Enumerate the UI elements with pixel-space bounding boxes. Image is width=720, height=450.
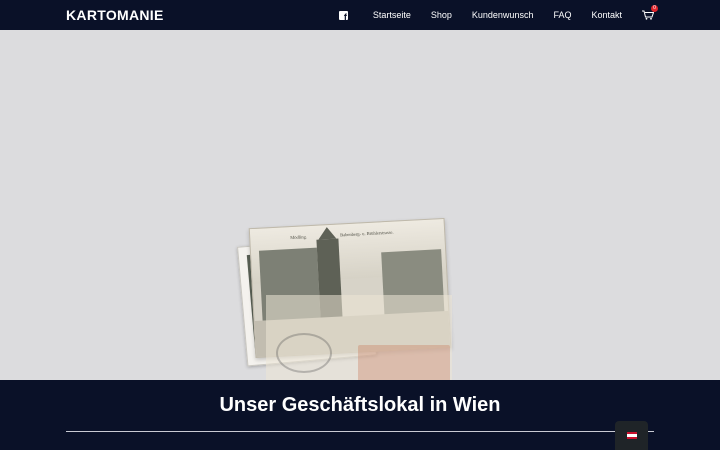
nav-kontakt[interactable]: Kontakt	[591, 10, 622, 20]
cart-count-badge: 0	[651, 5, 658, 12]
shopping-cart-icon[interactable]: 0	[642, 5, 658, 20]
top-navigation-bar: KARTOMANIE Startseite Shop Kundenwunsch …	[0, 0, 720, 30]
main-nav: Startseite Shop Kundenwunsch FAQ Kontakt…	[338, 5, 658, 22]
postcards-image: Mödling. Babenberg- u. Brühlerstrasse.	[237, 215, 460, 385]
nav-shop[interactable]: Shop	[431, 10, 452, 20]
facebook-icon[interactable]	[338, 10, 348, 22]
austria-flag-icon	[626, 432, 637, 439]
stamp	[358, 345, 450, 385]
section-title: Unser Geschäftslokal in Wien	[219, 394, 501, 416]
nav-startseite[interactable]: Startseite	[373, 10, 411, 20]
postcard-caption: Mödling.	[290, 234, 308, 241]
postmark	[276, 333, 332, 373]
nav-kundenwunsch[interactable]: Kundenwunsch	[472, 10, 534, 20]
section-divider	[66, 431, 654, 432]
site-logo[interactable]: KARTOMANIE	[66, 7, 164, 23]
language-switcher[interactable]	[615, 421, 648, 450]
nav-faq[interactable]: FAQ	[553, 10, 571, 20]
